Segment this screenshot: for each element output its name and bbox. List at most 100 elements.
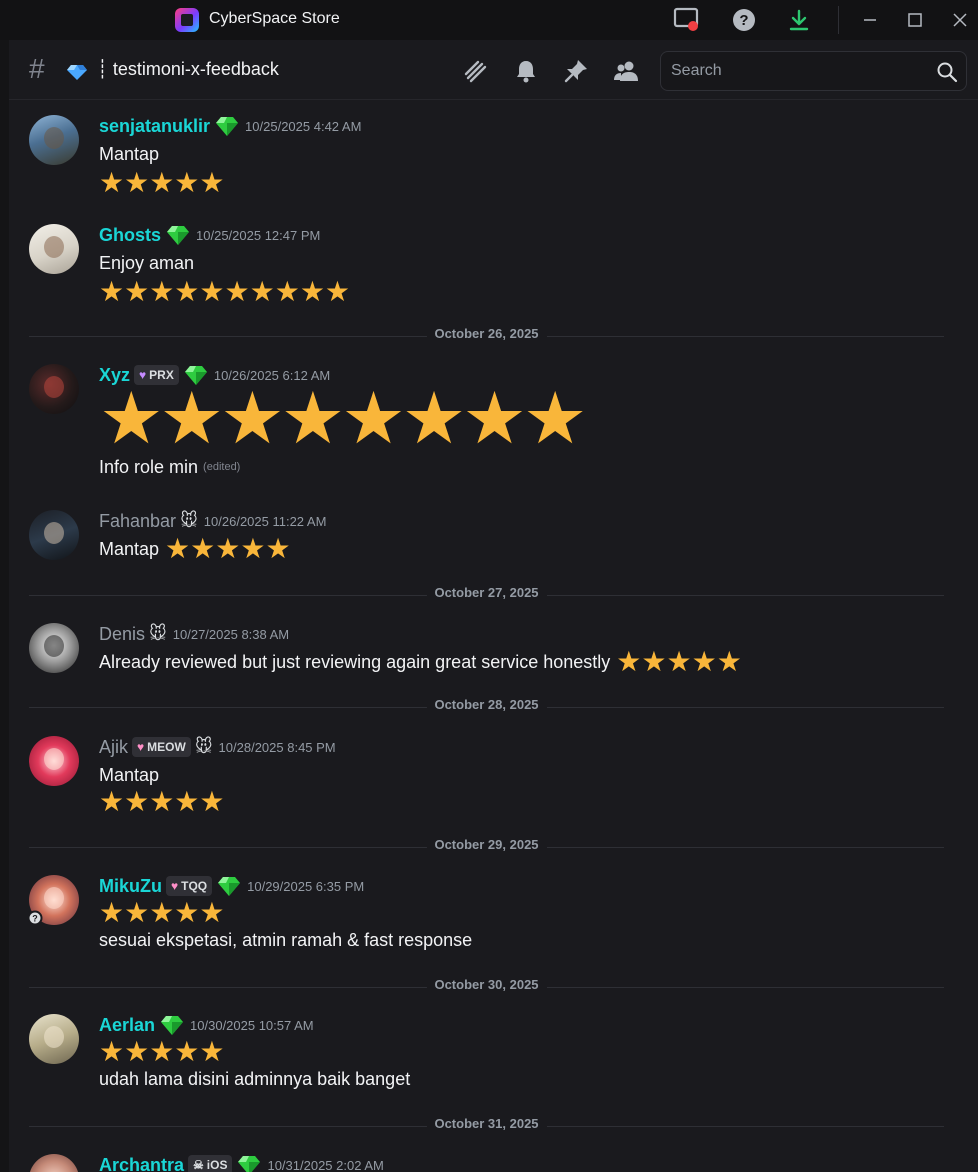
message-feed: senjatanuklir 10/25/2025 4:42 AM Mantap … (9, 101, 978, 1172)
search-box[interactable] (660, 51, 967, 91)
star-rating: ★★★★★★★★★★ (99, 275, 351, 308)
username[interactable]: senjatanuklir (99, 116, 210, 137)
avatar[interactable] (29, 510, 79, 560)
emerald-role-icon (218, 877, 241, 896)
mouse-role-icon: 🐭 (149, 624, 167, 644)
app-logo-icon (175, 8, 199, 32)
date-divider: October 26, 2025 (29, 326, 944, 346)
timestamp[interactable]: 10/28/2025 8:45 PM (219, 740, 336, 755)
server-tag[interactable]: ♥ TQQ (166, 876, 213, 896)
date-divider: October 27, 2025 (29, 585, 944, 605)
message-text: Mantap ★★★★★ (99, 533, 291, 564)
star-rating: ★★★★★ (99, 785, 225, 818)
maximize-icon[interactable] (907, 12, 923, 28)
username[interactable]: Ajik (99, 737, 128, 758)
star-rating: ★★★★★ (99, 1035, 225, 1068)
star-rating: ★★★★★ (616, 646, 742, 677)
message-header: Ajik ♥ MEOW 🐭 10/28/2025 8:45 PM (99, 734, 336, 760)
username[interactable]: Ghosts (99, 225, 161, 246)
timestamp[interactable]: 10/29/2025 6:35 PM (247, 879, 364, 894)
close-icon[interactable] (952, 12, 968, 28)
timestamp[interactable]: 10/31/2025 2:02 AM (267, 1158, 383, 1172)
message-header: Denis 🐭 10/27/2025 8:38 AM (99, 621, 289, 647)
avatar[interactable] (29, 736, 79, 786)
emerald-role-icon (161, 1016, 184, 1035)
server-tag[interactable]: ♥ MEOW (132, 737, 191, 757)
date-label: October 27, 2025 (426, 585, 547, 600)
threads-icon[interactable] (462, 58, 488, 84)
svg-text:?: ? (739, 12, 748, 29)
star-rating: ★★★★★ (165, 533, 291, 564)
emerald-role-icon (238, 1156, 261, 1172)
date-label: October 31, 2025 (426, 1116, 547, 1131)
mouse-role-icon: 🐭 (180, 511, 198, 531)
message-text-content: Mantap (99, 538, 160, 559)
server-tag-label: TQQ (181, 879, 208, 893)
username[interactable]: MikuZu (99, 876, 162, 897)
date-label: October 28, 2025 (426, 697, 547, 712)
search-icon[interactable] (936, 61, 958, 83)
date-divider: October 28, 2025 (29, 697, 944, 717)
username[interactable]: Fahanbar (99, 511, 176, 532)
scrollbar[interactable] (966, 101, 974, 1172)
avatar[interactable] (29, 224, 79, 274)
svg-text:?: ? (32, 914, 38, 924)
pin-icon[interactable] (563, 58, 589, 84)
timestamp[interactable]: 10/25/2025 12:47 PM (196, 228, 320, 243)
username[interactable]: Aerlan (99, 1015, 155, 1036)
star-rating: ★★★★★ (99, 896, 225, 929)
member-list-icon[interactable] (613, 58, 639, 84)
message-text-content: Already reviewed but just reviewing agai… (99, 651, 611, 672)
avatar[interactable] (29, 115, 79, 165)
date-divider: October 31, 2025 (29, 1116, 944, 1136)
star-rating-large: ★★★★★★★★ (99, 376, 587, 460)
message-text: Info role min (edited) (99, 454, 240, 480)
timestamp[interactable]: 10/25/2025 4:42 AM (245, 119, 361, 134)
minimize-icon[interactable] (862, 12, 878, 28)
server-tag-label: MEOW (147, 740, 186, 754)
server-tag-label: iOS (206, 1158, 228, 1172)
avatar[interactable] (29, 1014, 79, 1064)
notification-bell-icon[interactable] (513, 58, 539, 84)
channel-name: ┊ testimoni-x-feedback (97, 59, 279, 79)
message-text: Mantap (99, 143, 160, 164)
date-label: October 26, 2025 (426, 326, 547, 341)
app-title: CyberSpace Store (209, 10, 340, 27)
message-header: Archantra ☠ iOS 10/31/2025 2:02 AM (99, 1152, 384, 1172)
date-divider: October 29, 2025 (29, 837, 944, 857)
message-header: Fahanbar 🐭 10/26/2025 11:22 AM (99, 508, 326, 534)
star-rating: ★★★★★ (99, 166, 225, 199)
message-header: Ghosts 10/25/2025 12:47 PM (99, 222, 320, 248)
username[interactable]: Archantra (99, 1155, 184, 1172)
username[interactable]: Denis (99, 624, 145, 645)
channel-header: # ┊ testimoni-x-feedback (9, 40, 978, 100)
message-text: udah lama disini adminnya baik banget (99, 1068, 411, 1089)
heart-icon: ♥ (171, 879, 179, 893)
date-divider: October 30, 2025 (29, 977, 944, 997)
timestamp[interactable]: 10/26/2025 11:22 AM (204, 514, 327, 529)
avatar[interactable] (29, 623, 79, 673)
screen-share-icon[interactable] (673, 7, 701, 33)
emerald-role-icon (216, 117, 239, 136)
server-rail-edge (0, 40, 9, 1172)
help-icon[interactable]: ? (732, 8, 756, 32)
edited-indicator: (edited) (203, 461, 241, 473)
server-tag[interactable]: ☠ iOS (188, 1155, 233, 1172)
download-icon[interactable] (787, 8, 811, 32)
emerald-role-icon (167, 226, 190, 245)
title-bar: CyberSpace Store ? (0, 0, 978, 40)
timestamp[interactable]: 10/30/2025 10:57 AM (190, 1018, 314, 1033)
message-text-content: Info role min (99, 456, 199, 477)
avatar[interactable] (29, 1154, 79, 1172)
message-text: Already reviewed but just reviewing agai… (99, 646, 742, 677)
skull-icon: ☠ (193, 1158, 204, 1172)
titlebar-separator (838, 6, 839, 34)
timestamp[interactable]: 10/27/2025 8:38 AM (173, 627, 289, 642)
mouse-role-icon: 🐭 (194, 737, 213, 757)
date-label: October 30, 2025 (426, 977, 547, 992)
status-unknown-icon: ? (27, 910, 43, 926)
avatar[interactable] (29, 364, 79, 414)
date-label: October 29, 2025 (426, 837, 547, 852)
search-input[interactable] (671, 60, 921, 82)
message-text: Enjoy aman (99, 252, 195, 273)
